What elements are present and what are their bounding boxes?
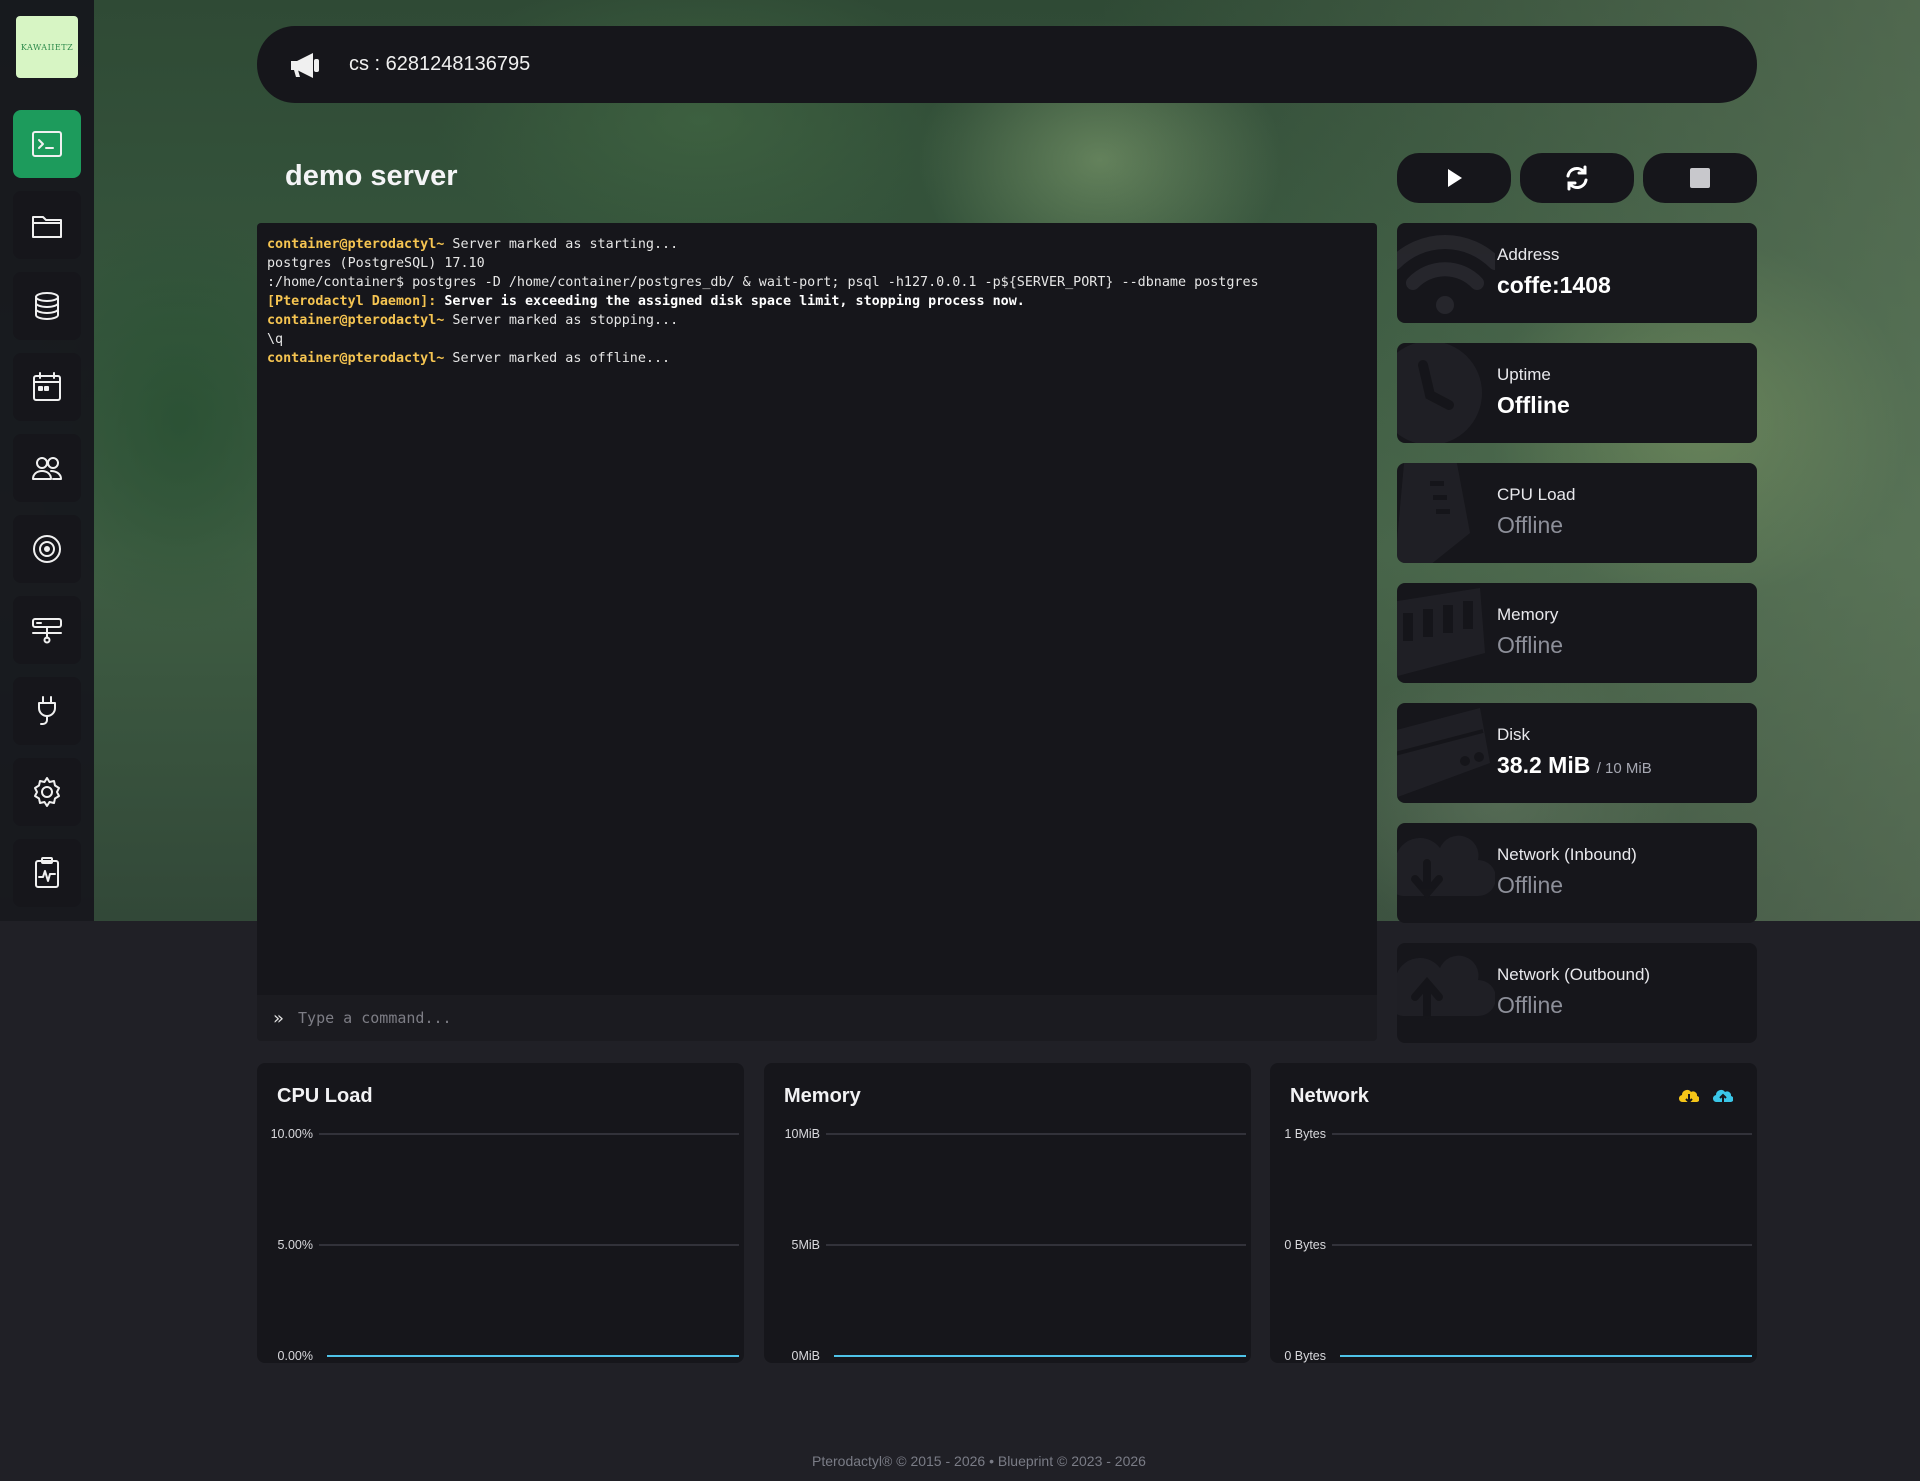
- stat-label: CPU Load: [1497, 485, 1576, 504]
- memory-icon: [1397, 588, 1485, 677]
- command-input[interactable]: » Type a command...: [257, 995, 1377, 1041]
- stop-button[interactable]: [1643, 153, 1757, 203]
- stat-label: Memory: [1497, 605, 1559, 624]
- sidebar-item-schedules[interactable]: [13, 353, 81, 421]
- network-icon: [32, 618, 62, 644]
- sidebar-item-console[interactable]: [13, 110, 81, 178]
- gear-icon: [34, 777, 60, 807]
- console-line: postgres (PostgreSQL) 17.10: [267, 256, 485, 271]
- cloud-upload-icon: [1713, 1090, 1733, 1103]
- tick-label: 0.00%: [278, 1349, 313, 1363]
- stat-cpu: CPU Load Offline: [1397, 463, 1757, 563]
- stat-label: Uptime: [1497, 365, 1551, 384]
- stat-value: Offline: [1497, 872, 1564, 898]
- chart-cpu: CPU Load 10.00% 5.00% 0.00%: [257, 1063, 744, 1363]
- tick-label: 10MiB: [785, 1127, 820, 1141]
- tick-label: 0 Bytes: [1284, 1349, 1326, 1363]
- sidebar-item-settings[interactable]: [13, 758, 81, 826]
- tick-label: 1 Bytes: [1284, 1127, 1326, 1141]
- sidebar-item-startup[interactable]: [13, 677, 81, 745]
- sidebar-item-databases[interactable]: [13, 272, 81, 340]
- activity-icon: [35, 857, 59, 888]
- console-output[interactable]: container@pterodactyl~ Server marked as …: [257, 223, 1377, 995]
- stat-value: Offline: [1497, 632, 1564, 658]
- users-icon: [32, 457, 62, 480]
- stat-value: Offline: [1497, 512, 1564, 538]
- footer: Pterodactyl® © 2015 - 2026 • Blueprint ©…: [812, 1453, 1146, 1469]
- tick-label: 0 Bytes: [1284, 1238, 1326, 1252]
- console-line: container@pterodactyl~ Server marked as …: [267, 237, 679, 252]
- sidebar-item-users[interactable]: [13, 434, 81, 502]
- stat-value[interactable]: coffe:1408: [1497, 272, 1611, 299]
- play-icon: [1448, 169, 1462, 187]
- console-line: container@pterodactyl~ Server marked as …: [267, 313, 679, 328]
- restart-button[interactable]: [1520, 153, 1634, 203]
- sidebar: KAWAIIETZ: [0, 0, 94, 921]
- stat-label: Network (Inbound): [1497, 845, 1637, 864]
- wifi-icon: [1397, 234, 1495, 314]
- stat-value: Offline: [1497, 392, 1570, 418]
- sidebar-item-backups[interactable]: [13, 515, 81, 583]
- backup-icon: [33, 535, 61, 563]
- chart-plot: 10MiB 5MiB 0MiB: [785, 1127, 1246, 1363]
- stat-address: Address coffe:1408: [1397, 223, 1757, 323]
- disk-limit: / 10 MiB: [1596, 760, 1652, 777]
- chart-plot: 10.00% 5.00% 0.00%: [271, 1127, 739, 1363]
- chevrons-right-icon: »: [273, 1007, 285, 1029]
- cloud-download-icon: [1679, 1090, 1699, 1104]
- stat-value: 38.2 MiB / 10 MiB: [1497, 752, 1652, 778]
- megaphone-icon: [291, 52, 319, 78]
- disk-icon: [1397, 708, 1490, 798]
- tick-label: 5MiB: [792, 1238, 820, 1252]
- terminal-icon: [32, 131, 62, 157]
- stat-value: Offline: [1497, 992, 1564, 1018]
- console-line: :/home/container$ postgres -D /home/cont…: [267, 275, 1259, 290]
- stat-network-inbound: Network (Inbound) Offline: [1397, 823, 1757, 923]
- chart-memory: Memory 10MiB 5MiB 0MiB: [764, 1063, 1251, 1363]
- console-line: container@pterodactyl~ Server marked as …: [267, 351, 671, 366]
- tick-label: 10.00%: [271, 1127, 313, 1141]
- brand-logo[interactable]: KAWAIIETZ: [16, 16, 78, 78]
- stat-memory: Memory Offline: [1397, 583, 1757, 683]
- database-icon: [35, 292, 59, 320]
- start-button[interactable]: [1397, 153, 1511, 203]
- clock-icon: [1397, 343, 1482, 443]
- cpu-icon: [1397, 463, 1470, 563]
- folder-icon: [32, 216, 62, 238]
- stat-label: Disk: [1497, 725, 1531, 744]
- stat-disk: Disk 38.2 MiB / 10 MiB: [1397, 703, 1757, 803]
- console-line: \q: [267, 332, 284, 347]
- chart-plot: 1 Bytes 0 Bytes 0 Bytes: [1284, 1127, 1752, 1363]
- cloud-download-icon: [1397, 835, 1495, 900]
- logo-text: KAWAIIETZ: [20, 42, 74, 52]
- announcement-text: cs : 6281248136795: [349, 53, 531, 75]
- chart-legend: [1679, 1087, 1733, 1105]
- tick-label: 5.00%: [278, 1238, 313, 1252]
- sidebar-item-activity[interactable]: [13, 839, 81, 907]
- stop-icon: [1690, 168, 1710, 188]
- console-line: [Pterodactyl Daemon]: Server is exceedin…: [267, 294, 1025, 309]
- sidebar-item-network[interactable]: [13, 596, 81, 664]
- restart-icon: [1566, 165, 1588, 191]
- server-name: demo server: [285, 160, 458, 192]
- calendar-icon: [33, 372, 61, 401]
- announcement-bar: cs : 6281248136795: [257, 26, 1757, 103]
- sidebar-item-files[interactable]: [13, 191, 81, 259]
- command-placeholder: Type a command...: [298, 1009, 452, 1027]
- tick-label: 0MiB: [792, 1349, 820, 1363]
- chart-network: Network 1 Bytes 0 Bytes 0 Bytes: [1270, 1063, 1757, 1363]
- stat-network-outbound: Network (Outbound) Offline: [1397, 943, 1757, 1043]
- stat-label: Address: [1497, 245, 1560, 264]
- stat-uptime: Uptime Offline: [1397, 343, 1757, 443]
- plug-icon: [38, 696, 56, 725]
- stat-label: Network (Outbound): [1497, 965, 1651, 984]
- cloud-upload-icon: [1397, 955, 1495, 1019]
